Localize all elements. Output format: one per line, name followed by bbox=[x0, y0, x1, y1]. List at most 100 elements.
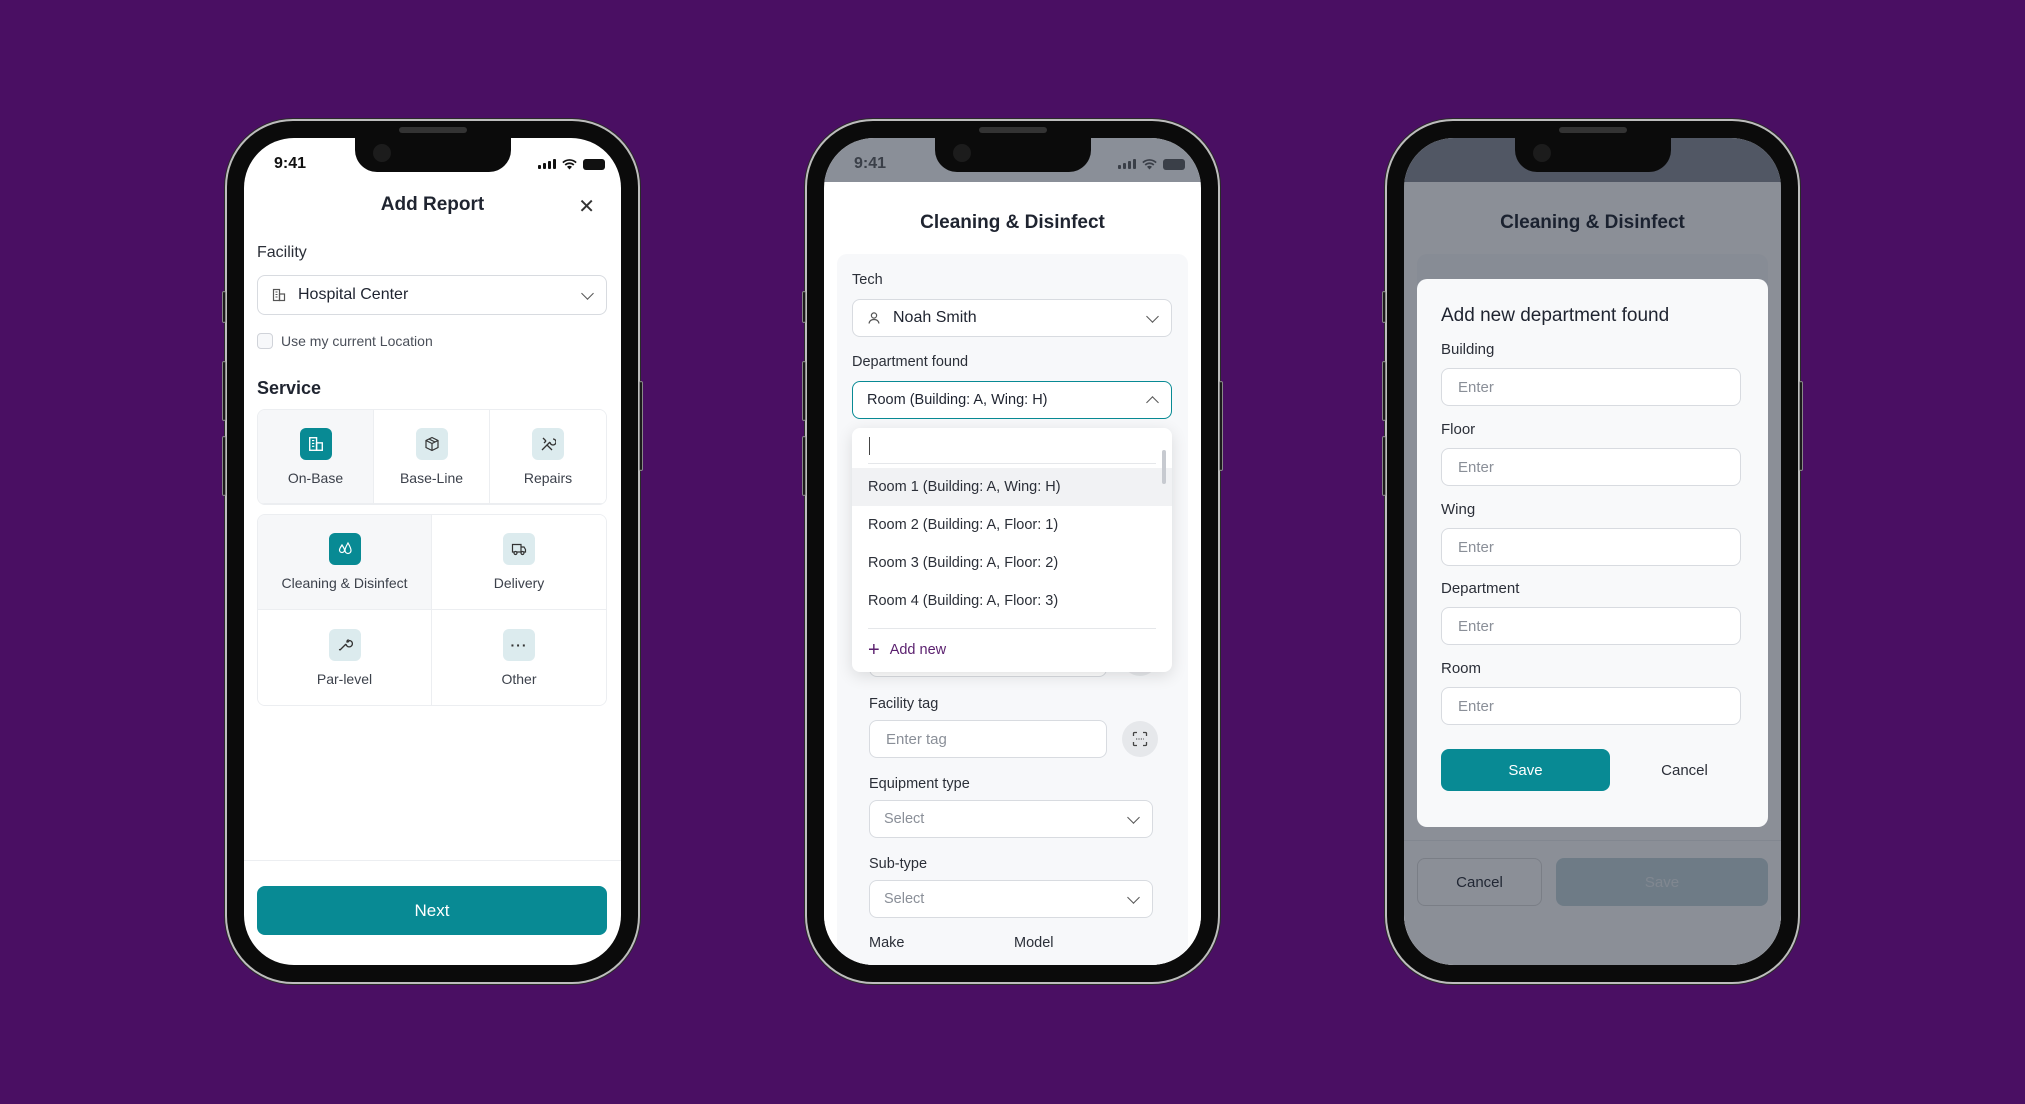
user-icon bbox=[868, 312, 880, 324]
checkbox-box[interactable] bbox=[257, 333, 273, 349]
department-dropdown: Room 1 (Building: A, Wing: H) Room 2 (Bu… bbox=[852, 428, 1172, 672]
service-tile-on-base[interactable]: On-Base bbox=[258, 410, 374, 504]
volume-up-button bbox=[1382, 361, 1386, 421]
wrench-icon bbox=[328, 628, 361, 661]
room-input[interactable]: Enter bbox=[1441, 687, 1741, 725]
footer-divider bbox=[244, 860, 621, 861]
chevron-down-icon bbox=[1146, 309, 1159, 323]
placeholder: Enter bbox=[1458, 378, 1494, 396]
wing-input[interactable]: Enter bbox=[1441, 528, 1741, 566]
building-icon bbox=[272, 288, 286, 302]
modal-save-button[interactable]: Save bbox=[1441, 749, 1610, 791]
scan-facility-tag-button[interactable] bbox=[1122, 721, 1158, 757]
truck-icon bbox=[503, 533, 535, 565]
service-tile-cleaning[interactable]: Cleaning & Disinfect bbox=[258, 515, 432, 610]
tools-icon bbox=[532, 427, 564, 460]
battery-icon bbox=[1163, 158, 1185, 170]
tile-label: Delivery bbox=[493, 575, 545, 591]
add-new-label: Add new bbox=[889, 642, 947, 658]
floor-label: Floor bbox=[1441, 421, 1476, 438]
dropdown-option[interactable]: Room 3 (Building: A, Floor: 2) bbox=[852, 544, 1172, 582]
equipment-type-label: Equipment type bbox=[869, 776, 970, 792]
camera bbox=[952, 144, 971, 162]
speaker bbox=[398, 127, 467, 133]
signal-icon bbox=[538, 159, 556, 169]
department-select[interactable]: Room (Building: A, Wing: H) bbox=[852, 381, 1172, 419]
wifi-icon bbox=[562, 158, 577, 169]
make-label: Make bbox=[869, 935, 905, 951]
service-tile-par-level[interactable]: Par-level bbox=[258, 610, 432, 705]
tile-label: On-Base bbox=[287, 469, 344, 486]
dropdown-option[interactable]: Room 1 (Building: A, Wing: H) bbox=[852, 468, 1172, 506]
chevron-down-icon bbox=[581, 286, 594, 300]
chevron-down-icon bbox=[1127, 890, 1140, 904]
service-heading: Service bbox=[257, 378, 322, 398]
room-label: Room bbox=[1441, 660, 1482, 677]
speaker bbox=[978, 127, 1047, 133]
dropdown-search-input[interactable] bbox=[868, 428, 1156, 464]
modal-title: Add new department found bbox=[1441, 305, 1670, 326]
phone-cleaning-form: 9:41 Cleaning & Disinfect Tech Noah Smit… bbox=[802, 121, 1223, 982]
tech-select[interactable]: Noah Smith bbox=[852, 299, 1172, 337]
status-time: 9:41 bbox=[274, 155, 307, 172]
tile-label: Other bbox=[501, 670, 537, 687]
camera bbox=[1532, 144, 1551, 162]
signal-icon bbox=[1118, 159, 1136, 169]
power-button bbox=[639, 381, 643, 471]
department-label: Department bbox=[1441, 580, 1520, 597]
tile-label: Repairs bbox=[523, 469, 573, 486]
service-tile-repairs[interactable]: Repairs bbox=[490, 410, 606, 504]
building-label: Building bbox=[1441, 341, 1495, 358]
equipment-type-select[interactable]: Select bbox=[869, 800, 1153, 838]
dropdown-option[interactable]: Room 2 (Building: A, Floor: 1) bbox=[852, 506, 1172, 544]
subtype-select[interactable]: Select bbox=[869, 880, 1153, 918]
placeholder: Enter bbox=[1458, 697, 1494, 715]
volume-up-button bbox=[222, 361, 226, 421]
modal-cancel-button[interactable]: Cancel bbox=[1622, 749, 1747, 791]
notch bbox=[354, 138, 511, 172]
chevron-down-icon bbox=[1127, 810, 1140, 824]
speaker bbox=[1558, 127, 1627, 133]
dropdown-option[interactable]: Room 4 (Building: A, Floor: 3) bbox=[852, 582, 1172, 620]
use-location-checkbox[interactable]: Use my current Location bbox=[257, 333, 433, 349]
close-icon[interactable]: ✕ bbox=[578, 194, 595, 219]
tech-label: Tech bbox=[852, 272, 883, 288]
text-caret bbox=[869, 436, 870, 455]
volume-down-button bbox=[1382, 436, 1386, 496]
add-department-modal: Add new department found Building Enter … bbox=[1417, 279, 1768, 827]
page-title: Add Report bbox=[380, 194, 485, 215]
floor-input[interactable]: Enter bbox=[1441, 448, 1741, 486]
mute-switch bbox=[222, 291, 226, 323]
phone-add-department: Cleaning & Disinfect + Add item Cancel S… bbox=[1382, 121, 1803, 982]
screen: 9:41 Add Report ✕ Facility Hospital Cent… bbox=[244, 138, 621, 965]
more-icon: ··· bbox=[503, 628, 535, 661]
placeholder: Enter bbox=[1458, 538, 1494, 556]
volume-down-button bbox=[222, 436, 226, 496]
placeholder: Enter bbox=[1458, 458, 1494, 476]
mute-switch bbox=[1382, 291, 1386, 323]
facility-tag-label: Facility tag bbox=[869, 696, 939, 712]
next-button[interactable]: Next bbox=[257, 886, 607, 935]
building-input[interactable]: Enter bbox=[1441, 368, 1741, 406]
wifi-icon bbox=[1142, 158, 1157, 169]
notch bbox=[934, 138, 1091, 172]
facility-select[interactable]: Hospital Center bbox=[257, 275, 607, 315]
department-input[interactable]: Enter bbox=[1441, 607, 1741, 645]
service-tile-other[interactable]: ··· Other bbox=[432, 610, 606, 705]
subtype-value: Select bbox=[884, 891, 925, 907]
service-tile-base-line[interactable]: Base-Line bbox=[374, 410, 490, 504]
service-tile-delivery[interactable]: Delivery bbox=[432, 515, 606, 610]
tile-label: Cleaning & Disinfect bbox=[281, 575, 408, 591]
notch bbox=[1514, 138, 1671, 172]
department-label: Department found bbox=[852, 354, 969, 370]
chevron-up-icon bbox=[1146, 395, 1159, 409]
facility-tag-placeholder: Enter tag bbox=[886, 730, 947, 748]
volume-up-button bbox=[802, 361, 806, 421]
screen: Cleaning & Disinfect + Add item Cancel S… bbox=[1404, 138, 1781, 965]
facility-tag-input[interactable]: Enter tag bbox=[869, 720, 1107, 758]
service-grid-row1: On-Base Base-Line Repairs bbox=[257, 409, 607, 505]
page-title: Cleaning & Disinfect bbox=[920, 212, 1105, 233]
mute-switch bbox=[802, 291, 806, 323]
dropdown-scrollbar[interactable] bbox=[1162, 450, 1166, 484]
add-new-button[interactable]: + Add new bbox=[852, 629, 1172, 671]
